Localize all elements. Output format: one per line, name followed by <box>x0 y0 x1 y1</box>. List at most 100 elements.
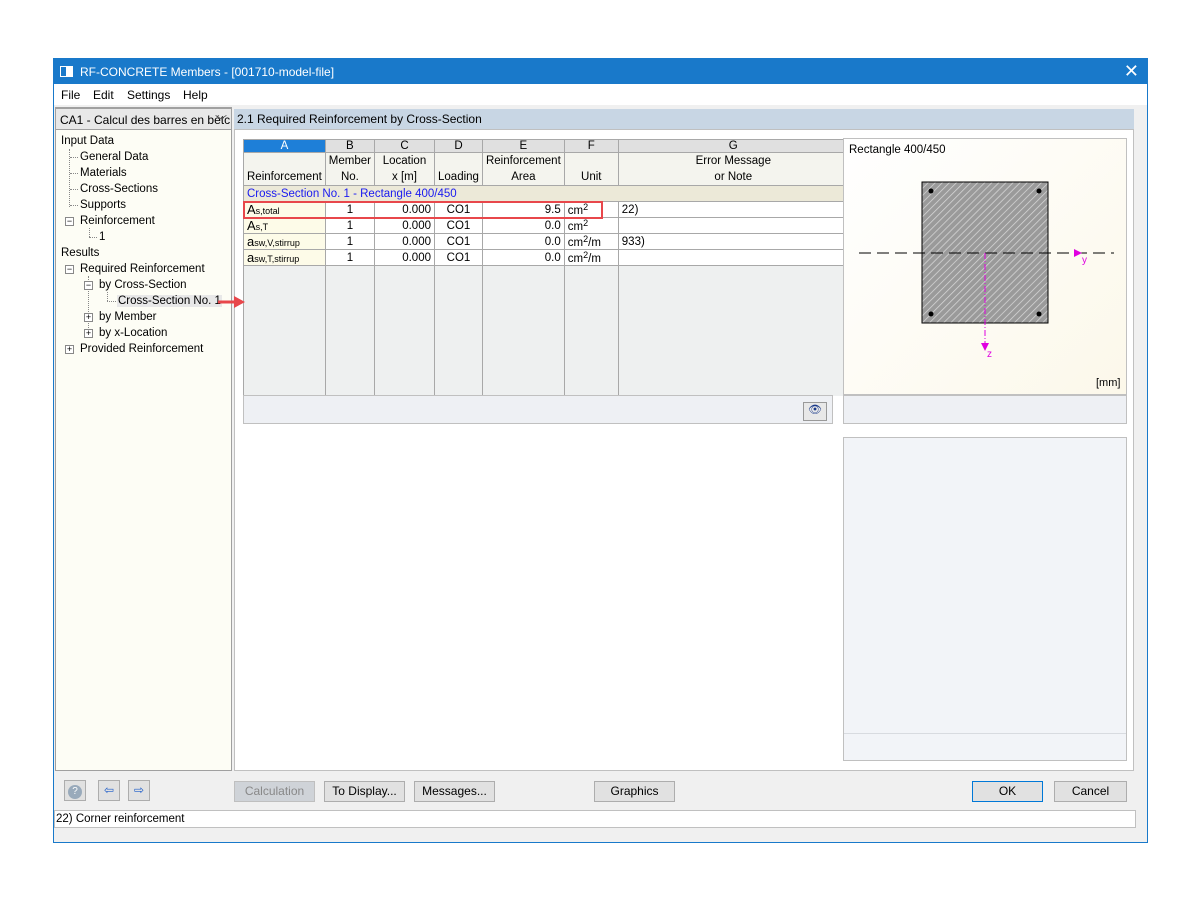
unit: cm <box>567 221 584 233</box>
cell-location[interactable]: 0.000 <box>373 233 435 250</box>
tree-results[interactable]: Results <box>61 247 99 259</box>
column-header[interactable]: Unit <box>563 152 619 186</box>
tree-reinforcement[interactable]: Reinforcement <box>80 215 155 227</box>
cell-unit[interactable]: cm2/m <box>563 249 619 266</box>
cell-note[interactable] <box>617 217 849 234</box>
cell-location[interactable]: 0.000 <box>373 249 435 266</box>
header-line-2: Reinforcement <box>247 171 322 183</box>
graphics-button[interactable]: Graphics <box>594 781 675 802</box>
menu-settings[interactable]: Settings <box>127 88 170 102</box>
cell-area[interactable]: 0.0 <box>481 217 565 234</box>
highlight-box <box>243 201 603 219</box>
column-letter-g[interactable]: G <box>617 139 849 153</box>
cancel-button[interactable]: Cancel <box>1054 781 1127 802</box>
symbol-subscript: sw,T,stirrup <box>254 254 300 264</box>
tree-materials[interactable]: Materials <box>80 167 127 179</box>
unit-suffix: /m <box>588 237 601 249</box>
unit-suffix: /m <box>588 253 601 265</box>
expand-icon[interactable]: + <box>84 313 93 322</box>
symbol-subscript: s,T <box>255 222 269 232</box>
cell-member[interactable]: 1 <box>324 217 375 234</box>
menu-bar: File Edit Settings Help <box>54 84 1147 105</box>
collapse-icon[interactable]: − <box>65 217 74 226</box>
tree-general-data[interactable]: General Data <box>80 151 148 163</box>
tree-by-member[interactable]: by Member <box>99 311 157 323</box>
cell-area[interactable]: 0.0 <box>481 249 565 266</box>
table-row[interactable]: asw,T,stirrup 1 0.000 CO1 0.0 cm2/m <box>243 249 849 266</box>
menu-edit[interactable]: Edit <box>93 88 114 102</box>
cell-loading[interactable]: CO1 <box>433 217 483 234</box>
axis-y-label: y <box>1082 255 1087 266</box>
help-button[interactable]: ? <box>64 780 86 801</box>
messages-button[interactable]: Messages... <box>414 781 495 802</box>
close-icon[interactable]: ✕ <box>1124 61 1139 82</box>
tree-required-reinforcement[interactable]: Required Reinforcement <box>80 263 205 275</box>
cell-reinforcement[interactable]: As,T <box>243 217 326 234</box>
header-line-1: Member <box>328 155 371 167</box>
column-letter-b[interactable]: B <box>324 139 375 153</box>
cell-member[interactable]: 1 <box>324 233 375 250</box>
column-header[interactable]: Loading <box>433 152 483 186</box>
arrow-left-icon: ⇦ <box>103 783 115 797</box>
cell-unit[interactable]: cm2 <box>563 217 619 234</box>
header-line-2: Unit <box>581 171 602 183</box>
cell-member[interactable]: 1 <box>324 249 375 266</box>
header-line-2: or Note <box>714 171 753 183</box>
tree-reinforcement-1[interactable]: 1 <box>99 231 105 243</box>
column-letter-a[interactable]: A <box>243 139 326 153</box>
status-bar: 22) Corner reinforcement <box>54 810 1136 828</box>
cell-area[interactable]: 0.0 <box>481 233 565 250</box>
header-line-2: No. <box>340 171 359 183</box>
eye-icon[interactable]: 👁 <box>803 402 827 421</box>
symbol-subscript: sw,V,stirrup <box>254 238 300 248</box>
tree-by-cross-section[interactable]: by Cross-Section <box>99 279 187 291</box>
cell-unit[interactable]: cm2/m <box>563 233 619 250</box>
column-header[interactable]: Reinforcement <box>243 152 326 186</box>
cell-note[interactable]: 933) <box>617 233 849 250</box>
tree-supports[interactable]: Supports <box>80 199 126 211</box>
table-footer <box>243 395 833 424</box>
cell-note[interactable] <box>617 249 849 266</box>
case-selector-value: CA1 - Calcul des barres en bétc <box>60 113 231 127</box>
cell-loading[interactable]: CO1 <box>433 233 483 250</box>
group-row[interactable]: Cross-Section No. 1 - Rectangle 400/450 <box>243 185 849 202</box>
previous-button[interactable]: ⇦ <box>98 780 120 801</box>
expand-icon[interactable]: + <box>65 345 74 354</box>
table-row[interactable]: asw,V,stirrup 1 0.000 CO1 0.0 cm2/m 933) <box>243 233 849 250</box>
help-icon: ? <box>68 785 82 799</box>
ok-button[interactable]: OK <box>972 781 1043 802</box>
column-header[interactable]: Error Message or Note <box>617 152 849 186</box>
tree-cross-section-no-1[interactable]: Cross-Section No. 1 <box>117 295 222 307</box>
column-header[interactable]: Reinforcement Area <box>481 152 565 186</box>
unit-label: [mm] <box>1096 377 1121 389</box>
cell-reinforcement[interactable]: asw,T,stirrup <box>243 249 326 266</box>
cell-loading[interactable]: CO1 <box>433 249 483 266</box>
column-letter-c[interactable]: C <box>373 139 435 153</box>
cell-location[interactable]: 0.000 <box>373 217 435 234</box>
column-header[interactable]: Member No. <box>324 152 375 186</box>
table-row[interactable]: As,T 1 0.000 CO1 0.0 cm2 <box>243 217 849 234</box>
arrow-right-icon: ⇨ <box>133 783 145 797</box>
next-button[interactable]: ⇨ <box>128 780 150 801</box>
to-display-button[interactable]: To Display... <box>324 781 405 802</box>
tree-provided-reinforcement[interactable]: Provided Reinforcement <box>80 343 203 355</box>
tree-input-data[interactable]: Input Data <box>61 135 114 147</box>
column-header[interactable]: Location x [m] <box>373 152 435 186</box>
header-line-1: Reinforcement <box>485 155 561 167</box>
case-selector[interactable]: CA1 - Calcul des barres en bétc ﹀ <box>55 108 232 130</box>
menu-help[interactable]: Help <box>183 88 208 102</box>
collapse-icon[interactable]: − <box>65 265 74 274</box>
axis-z-label: z <box>987 349 992 360</box>
tree-by-x-location[interactable]: by x-Location <box>99 327 167 339</box>
cell-note[interactable]: 22) <box>617 201 849 218</box>
expand-icon[interactable]: + <box>84 329 93 338</box>
column-letter-e[interactable]: E <box>481 139 565 153</box>
tree-cross-sections[interactable]: Cross-Sections <box>80 183 158 195</box>
column-letter-d[interactable]: D <box>433 139 483 153</box>
column-letter-f[interactable]: F <box>563 139 619 153</box>
calculation-button[interactable]: Calculation <box>234 781 315 802</box>
cell-reinforcement[interactable]: asw,V,stirrup <box>243 233 326 250</box>
menu-file[interactable]: File <box>61 88 80 102</box>
header-line-1: Location <box>382 155 427 167</box>
collapse-icon[interactable]: − <box>84 281 93 290</box>
